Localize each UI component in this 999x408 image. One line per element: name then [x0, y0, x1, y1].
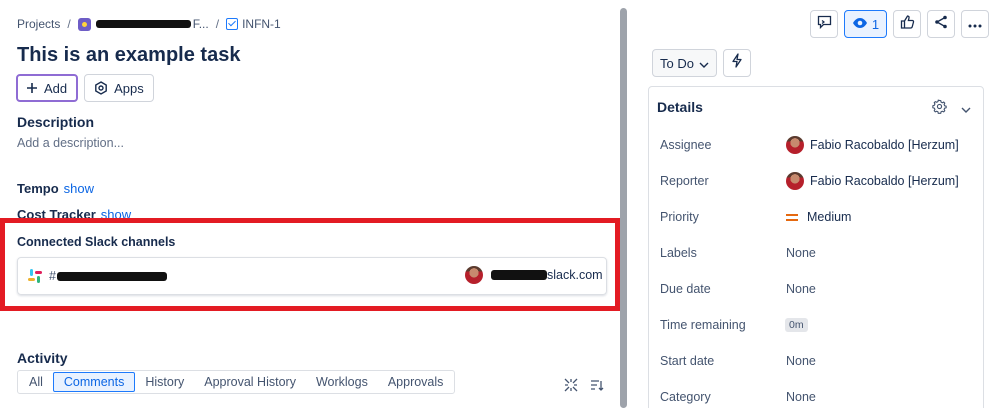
tab-worklogs[interactable]: Worklogs	[306, 372, 378, 392]
apps-hexagon-icon	[94, 81, 108, 95]
breadcrumb-separator: /	[215, 17, 220, 31]
add-button[interactable]: Add	[16, 74, 79, 102]
gear-icon[interactable]	[932, 99, 947, 119]
slack-user-domain: slack.com	[547, 268, 603, 282]
issue-main-panel: Projects / F... / INFN-1 This is an exam…	[0, 0, 620, 408]
details-tools	[932, 99, 971, 119]
more-icon	[968, 15, 982, 33]
status-label: To Do	[660, 55, 694, 71]
priority-name: Medium	[807, 210, 852, 224]
slack-icon	[28, 269, 42, 283]
panel-scrollbar[interactable]	[620, 8, 627, 408]
detail-label: Assignee	[660, 138, 712, 152]
detail-row-assignee: Assignee Fabio Racobaldo [Herzum]	[660, 135, 980, 155]
watch-count: 1	[871, 16, 880, 32]
reporter-value[interactable]: Fabio Racobaldo [Herzum]	[786, 172, 959, 190]
channel-hash: #	[49, 269, 56, 283]
detail-row-start-date: Start date None	[660, 351, 980, 371]
share-icon	[934, 15, 948, 34]
detail-label: Start date	[660, 354, 715, 368]
issue-header-actions: 1	[810, 10, 989, 38]
details-heading[interactable]: Details	[657, 99, 703, 115]
redacted-user-email	[491, 270, 547, 280]
detail-row-reporter: Reporter Fabio Racobaldo [Herzum]	[660, 171, 980, 191]
add-button-label: Add	[44, 80, 68, 96]
activity-tabs: All Comments History Approval History Wo…	[17, 370, 456, 394]
apps-button[interactable]: Apps	[84, 74, 154, 102]
tab-all[interactable]: All	[19, 372, 53, 392]
breadcrumb-issue-key[interactable]: INFN-1	[242, 17, 281, 31]
tempo-show-link[interactable]: show	[64, 181, 94, 196]
slack-channels-heading: Connected Slack channels	[17, 235, 176, 249]
redacted-channel-name	[56, 271, 167, 281]
description-heading: Description	[17, 114, 95, 130]
plus-icon	[26, 82, 38, 94]
sort-icon[interactable]	[590, 378, 604, 397]
issue-title[interactable]: This is an example task	[17, 44, 240, 67]
watch-button[interactable]: 1	[844, 10, 887, 38]
detail-label: Priority	[660, 210, 699, 224]
detail-row-priority: Priority Medium	[660, 207, 980, 227]
watch-icon	[852, 17, 868, 32]
breadcrumb-separator: /	[67, 17, 71, 31]
chevron-down-icon[interactable]	[961, 100, 971, 118]
like-icon	[900, 14, 915, 34]
detail-row-labels: Labels None	[660, 243, 980, 263]
breadcrumb-project-link[interactable]: F...	[193, 17, 209, 31]
slack-channel-card[interactable]: # slack.com	[17, 257, 607, 295]
lightning-bolt-icon	[731, 53, 743, 73]
time-remaining-value[interactable]: 0m	[785, 318, 808, 332]
due-date-value[interactable]: None	[786, 282, 816, 296]
details-panel: Details Assignee Fabio Racobaldo [Herzum…	[648, 86, 984, 408]
tab-approval-history[interactable]: Approval History	[194, 372, 306, 392]
breadcrumb: Projects / F... / INFN-1	[17, 17, 281, 31]
feedback-icon	[817, 15, 832, 34]
slack-highlight-box: Connected Slack channels # slack.com	[0, 218, 620, 311]
tab-history[interactable]: History	[135, 372, 194, 392]
tempo-field: Tempo show	[17, 181, 94, 196]
breadcrumb-projects-link[interactable]: Projects	[17, 17, 60, 31]
detail-row-due-date: Due date None	[660, 279, 980, 299]
tempo-label: Tempo	[17, 181, 59, 196]
detail-row-time-remaining: Time remaining 0m	[660, 315, 980, 335]
avatar	[786, 136, 804, 154]
redacted-project-name	[95, 20, 191, 28]
chevron-down-icon	[699, 56, 709, 71]
status-dropdown[interactable]: To Do	[652, 49, 717, 77]
slack-connected-user: slack.com	[465, 266, 603, 284]
feedback-button[interactable]	[810, 10, 838, 38]
issue-action-buttons: Add Apps	[16, 74, 154, 102]
start-date-value[interactable]: None	[786, 354, 816, 368]
apps-button-label: Apps	[114, 80, 144, 96]
avatar	[465, 266, 483, 284]
more-actions-button[interactable]	[961, 10, 989, 38]
share-button[interactable]	[927, 10, 955, 38]
status-row: To Do	[652, 49, 751, 77]
like-button[interactable]	[893, 10, 921, 38]
assignee-value[interactable]: Fabio Racobaldo [Herzum]	[786, 136, 959, 154]
description-field[interactable]: Add a description...	[17, 136, 124, 150]
activity-tools	[564, 378, 604, 397]
detail-label: Category	[660, 390, 711, 404]
project-avatar-icon	[77, 17, 91, 31]
detail-label: Due date	[660, 282, 711, 296]
automation-button[interactable]	[722, 49, 751, 77]
time-remaining-lozenge: 0m	[785, 318, 808, 332]
detail-label: Labels	[660, 246, 697, 260]
priority-medium-icon	[786, 213, 798, 221]
collapse-icon[interactable]	[564, 378, 578, 397]
labels-value[interactable]: None	[786, 246, 816, 260]
detail-label: Time remaining	[660, 318, 746, 332]
task-type-icon	[226, 18, 239, 30]
avatar	[786, 172, 804, 190]
assignee-name: Fabio Racobaldo [Herzum]	[810, 138, 959, 152]
priority-value[interactable]: Medium	[786, 210, 851, 224]
detail-row-category: Category None	[660, 387, 980, 407]
tab-approvals[interactable]: Approvals	[378, 372, 454, 392]
tab-comments[interactable]: Comments	[52, 372, 136, 392]
reporter-name: Fabio Racobaldo [Herzum]	[810, 174, 959, 188]
category-value[interactable]: None	[786, 390, 816, 404]
activity-heading: Activity	[17, 350, 68, 366]
detail-label: Reporter	[660, 174, 709, 188]
